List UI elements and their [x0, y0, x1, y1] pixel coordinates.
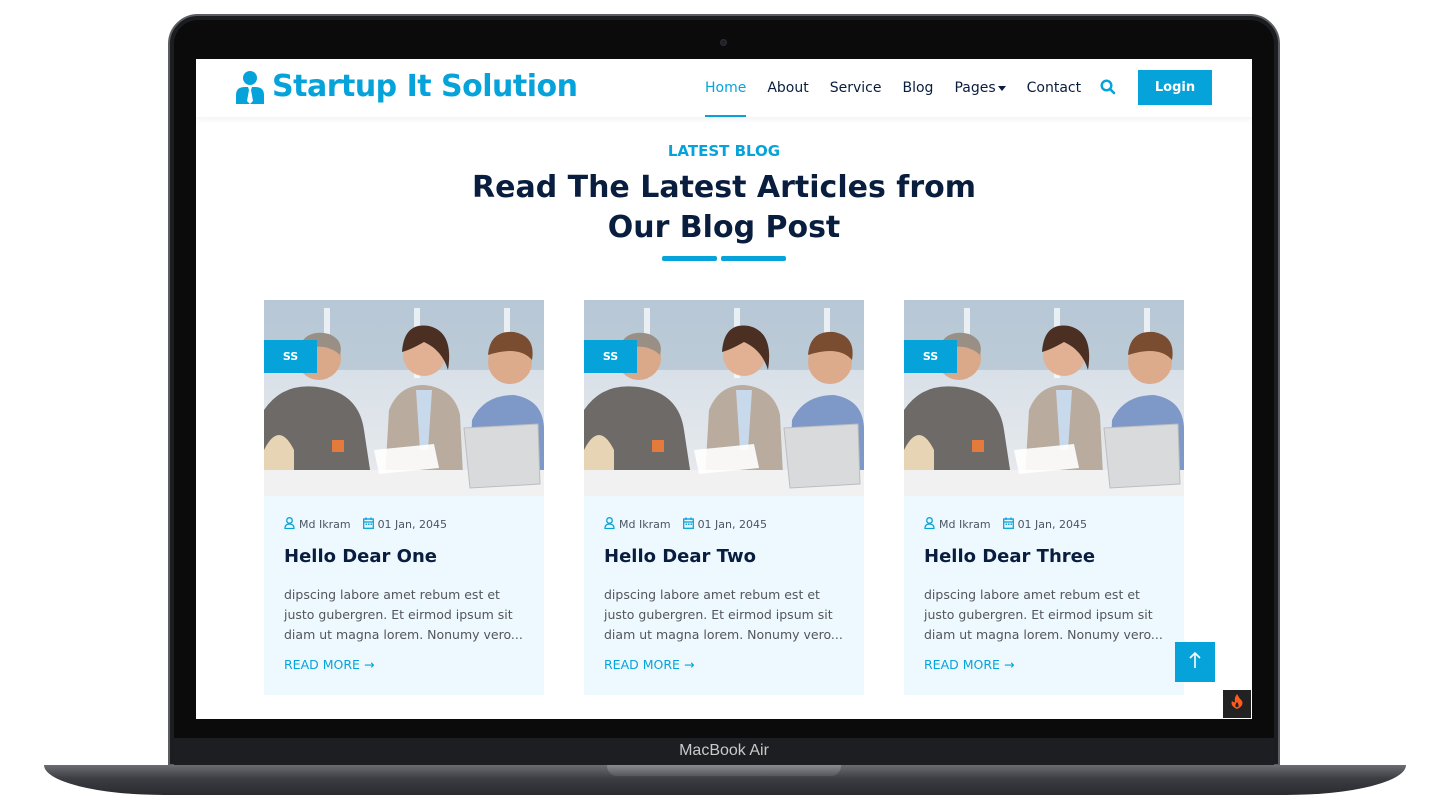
search-icon[interactable]: [1099, 78, 1117, 96]
nav-pages-dropdown[interactable]: Pages: [954, 59, 1006, 117]
nav-home[interactable]: Home: [705, 59, 747, 117]
arrow-right-icon: →: [683, 657, 695, 672]
post-date: 01 Jan, 2045: [362, 517, 447, 532]
screen: Startup It Solution Home About Service B…: [196, 59, 1252, 719]
blog-image[interactable]: SS: [264, 300, 544, 496]
title-divider-left: [662, 256, 717, 261]
read-more-label: READ MORE: [284, 657, 360, 672]
read-more-link[interactable]: READ MORE →: [604, 657, 694, 672]
brand-name: Startup It Solution: [272, 69, 578, 104]
arrow-right-icon: →: [363, 657, 375, 672]
user-tie-icon: [234, 70, 266, 104]
post-author: Md Ikram: [924, 517, 991, 532]
back-to-top-button[interactable]: [1175, 642, 1215, 682]
section-title-line-2: Our Blog Post: [607, 210, 841, 245]
post-author: Md Ikram: [284, 517, 351, 532]
calendar-icon: [682, 517, 694, 532]
user-icon: [284, 517, 295, 532]
post-title[interactable]: Hello Dear One: [284, 546, 437, 567]
post-excerpt: dipscing labore amet rebum est et justo …: [604, 587, 843, 642]
user-icon: [924, 517, 935, 532]
post-title[interactable]: Hello Dear Two: [604, 546, 756, 567]
section-title: Read The Latest Articles from Our Blog P…: [424, 168, 1024, 248]
post-meta: Md Ikram 01 Jan, 2045: [604, 517, 779, 532]
read-more-link[interactable]: READ MORE →: [284, 657, 374, 672]
nav-links: Home About Service Blog Pages Contact: [705, 59, 1102, 117]
nav-about[interactable]: About: [767, 59, 808, 117]
arrow-right-icon: →: [1003, 657, 1015, 672]
section-title-line-1: Read The Latest Articles from: [472, 170, 976, 205]
calendar-icon: [362, 517, 374, 532]
date-text: 01 Jan, 2045: [1017, 518, 1087, 531]
read-more-label: READ MORE: [924, 657, 1000, 672]
arrow-up-icon: [1188, 651, 1202, 674]
camera: [720, 39, 727, 46]
post-meta: Md Ikram 01 Jan, 2045: [924, 517, 1099, 532]
nav-service[interactable]: Service: [830, 59, 882, 117]
blog-image[interactable]: SS: [904, 300, 1184, 496]
post-date: 01 Jan, 2045: [1002, 517, 1087, 532]
caret-down-icon: [997, 85, 1006, 91]
user-icon: [604, 517, 615, 532]
post-author: Md Ikram: [604, 517, 671, 532]
post-date: 01 Jan, 2045: [682, 517, 767, 532]
author-name: Md Ikram: [299, 518, 351, 531]
navbar: Startup It Solution Home About Service B…: [196, 59, 1252, 117]
post-excerpt: dipscing labore amet rebum est et justo …: [924, 587, 1163, 642]
post-title[interactable]: Hello Dear Three: [924, 546, 1095, 567]
nav-pages-label: Pages: [954, 80, 996, 96]
title-divider-right: [721, 256, 786, 261]
date-text: 01 Jan, 2045: [377, 518, 447, 531]
calendar-icon: [1002, 517, 1014, 532]
nav-blog[interactable]: Blog: [903, 59, 934, 117]
post-meta: Md Ikram 01 Jan, 2045: [284, 517, 459, 532]
nav-contact[interactable]: Contact: [1027, 59, 1081, 117]
post-excerpt: dipscing labore amet rebum est et justo …: [284, 587, 523, 642]
category-badge[interactable]: SS: [904, 340, 957, 373]
section-subtitle: LATEST BLOG: [667, 142, 781, 160]
blog-card: SS Md Ikram 01 Jan, 2045 Hello Dear One …: [264, 300, 544, 695]
author-name: Md Ikram: [619, 518, 671, 531]
blog-image[interactable]: SS: [584, 300, 864, 496]
read-more-link[interactable]: READ MORE →: [924, 657, 1014, 672]
fire-icon: [1231, 694, 1243, 714]
category-badge[interactable]: SS: [584, 340, 637, 373]
blog-card: SS Md Ikram 01 Jan, 2045 Hello Dear Two …: [584, 300, 864, 695]
brand-logo[interactable]: Startup It Solution: [234, 69, 578, 104]
category-badge[interactable]: SS: [264, 340, 317, 373]
author-name: Md Ikram: [939, 518, 991, 531]
blog-card: SS Md Ikram 01 Jan, 2045 Hello Dear Thre…: [904, 300, 1184, 695]
login-button[interactable]: Login: [1138, 70, 1212, 105]
model-label: MacBook Air: [679, 742, 769, 759]
date-text: 01 Jan, 2045: [697, 518, 767, 531]
laptop-notch: [607, 765, 841, 776]
fire-widget-button[interactable]: [1223, 690, 1251, 718]
read-more-label: READ MORE: [604, 657, 680, 672]
